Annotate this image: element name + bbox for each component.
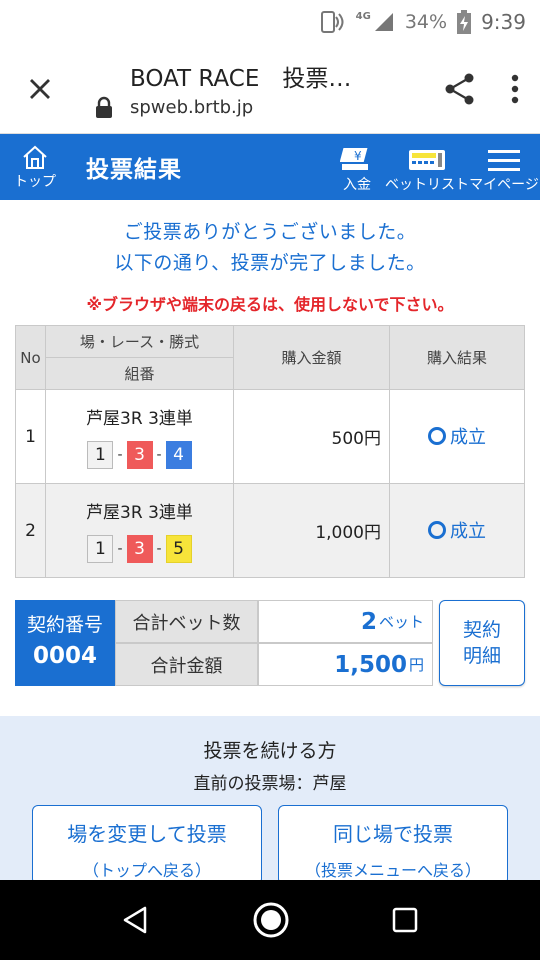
system-nav-bar [0, 880, 540, 960]
completion-message: ご投票ありがとうございました。 以下の通り、投票が完了しました。 [0, 217, 540, 279]
share-icon [445, 73, 474, 104]
previous-venue: 直前の投票場：芦屋 [193, 774, 347, 794]
same-venue-button[interactable]: 同じ場で投票 （投票メニューへ戻る） [278, 805, 508, 885]
combination: 1 - 3 - 5 [46, 535, 233, 563]
bet-name: 芦屋3R 3連単 [86, 503, 193, 523]
result-status: 成立 [428, 423, 486, 449]
same-venue-label: 同じ場で投票 [333, 822, 453, 846]
combo-separator: - [117, 541, 123, 557]
yen-unit: 円 [408, 656, 424, 674]
detail-line-1: 契約 [462, 619, 501, 641]
bet-unit: ベット [378, 613, 424, 631]
row-amount: 1,000円 [233, 483, 390, 578]
summary-panel: 契約番号 0004 合計ベット数 2 ベット 合計金額 1,500 円 契約 明… [15, 600, 525, 688]
continue-voting-panel: 投票を続ける方 直前の投票場：芦屋 場を変更して投票 （トップへ戻る） 同じ場で… [0, 716, 540, 885]
menu-icon [488, 150, 520, 171]
col-no-header: No [15, 325, 46, 390]
row-no: 2 [15, 483, 46, 578]
home-button[interactable]: トップ [0, 134, 70, 200]
combination: 1 - 3 - 4 [46, 441, 233, 469]
battery-charging-icon [457, 10, 472, 34]
col-amount-header: 購入金額 [233, 325, 390, 390]
table-row: 2 芦屋3R 3連単 1 - 3 - 5 1,000円 成立 [15, 483, 525, 578]
deposit-icon: ¥ [340, 148, 368, 170]
combo-separator: - [156, 447, 162, 463]
network-type: 4G [355, 10, 371, 22]
boat-1-box: 1 [87, 535, 114, 563]
header-title: 投票結果 [86, 157, 182, 183]
contract-number-box: 契約番号 0004 [15, 600, 115, 686]
bet-name: 芦屋3R 3連単 [86, 409, 193, 429]
boat-3-box: 3 [126, 441, 153, 469]
boat-5-box: 5 [165, 535, 192, 563]
home-label: トップ [14, 173, 56, 190]
row-amount: 500円 [233, 389, 390, 484]
mypage-label: マイページ [469, 177, 539, 193]
col-combo-header: 組番 [45, 357, 234, 390]
message-line-1: ご投票ありがとうございました。 [123, 221, 417, 243]
combo-separator: - [117, 447, 123, 463]
same-venue-sublabel: （投票メニューへ戻る） [304, 861, 481, 880]
home-circle-icon[interactable] [252, 901, 290, 939]
boat-3-box: 3 [126, 535, 153, 563]
warning-text: ※ブラウザや端末の戻るは、使用しないで下さい。 [86, 295, 454, 314]
result-status: 成立 [428, 517, 486, 543]
result-label: 成立 [450, 427, 486, 448]
combo-separator: - [156, 541, 162, 557]
total-amount-label: 合計金額 [115, 643, 258, 686]
mypage-button[interactable]: マイページ [468, 134, 540, 200]
betlist-label: ベットリスト [385, 177, 469, 193]
more-options-button[interactable] [490, 44, 540, 134]
total-amount: 1,500 [334, 651, 407, 678]
row-no: 1 [15, 389, 46, 484]
nfc-icon [320, 11, 344, 33]
page-title: BOAT RACE 投票… [130, 66, 352, 92]
recents-icon[interactable] [391, 906, 419, 934]
svg-text:¥: ¥ [354, 149, 362, 163]
continue-title: 投票を続ける方 [203, 740, 337, 762]
col-result-header: 購入結果 [389, 325, 525, 390]
change-venue-button[interactable]: 場を変更して投票 （トップへ戻る） [32, 805, 262, 885]
close-icon [30, 78, 50, 99]
browser-toolbar: BOAT RACE 投票… spweb.brtb.jp [0, 44, 540, 134]
home-icon [23, 145, 47, 169]
results-table: No 場・レース・勝式 購入金額 購入結果 組番 1 芦屋3R 3連単 1 - … [15, 325, 525, 578]
back-icon[interactable] [121, 905, 151, 935]
table-row: 1 芦屋3R 3連単 1 - 3 - 4 500円 成立 [15, 389, 525, 484]
boat-4-box: 4 [165, 441, 192, 469]
clock: 9:39 [481, 10, 526, 34]
result-label: 成立 [450, 521, 486, 542]
battery-percent: 34% [404, 11, 448, 33]
total-amount-value: 1,500 円 [258, 643, 433, 686]
url-text: spweb.brtb.jp [130, 96, 254, 118]
betlist-button[interactable]: ベットリスト [385, 134, 469, 200]
contract-label: 契約番号 [26, 614, 103, 636]
signal-icon [374, 13, 393, 31]
message-line-2: 以下の通り、投票が完了しました。 [114, 252, 426, 274]
status-bar: 4G 34% 9:39 [0, 0, 540, 44]
app-header: トップ 投票結果 ¥ 入金 ベットリスト マイページ [0, 134, 540, 200]
bet-count: 2 [360, 608, 377, 635]
betlist-icon [409, 150, 445, 170]
lock-icon [96, 96, 112, 118]
deposit-button[interactable]: ¥ 入金 [328, 134, 386, 200]
share-button[interactable] [430, 44, 490, 134]
boat-1-box: 1 [87, 441, 114, 469]
page-title-area[interactable]: BOAT RACE 投票… spweb.brtb.jp [80, 59, 430, 118]
deposit-label: 入金 [343, 177, 371, 193]
change-venue-label: 場を変更して投票 [67, 822, 227, 846]
contract-number: 0004 [32, 643, 97, 669]
circle-icon [428, 521, 446, 539]
circle-icon [428, 427, 446, 445]
col-bet-header: 場・レース・勝式 [45, 325, 234, 358]
more-vert-icon [511, 74, 519, 103]
close-tab-button[interactable] [0, 44, 80, 134]
bet-count-value: 2 ベット [258, 600, 433, 643]
detail-line-2: 明細 [462, 645, 501, 667]
change-venue-sublabel: （トップへ戻る） [82, 861, 211, 880]
bet-count-label: 合計ベット数 [115, 600, 258, 643]
contract-detail-button[interactable]: 契約 明細 [439, 600, 525, 686]
